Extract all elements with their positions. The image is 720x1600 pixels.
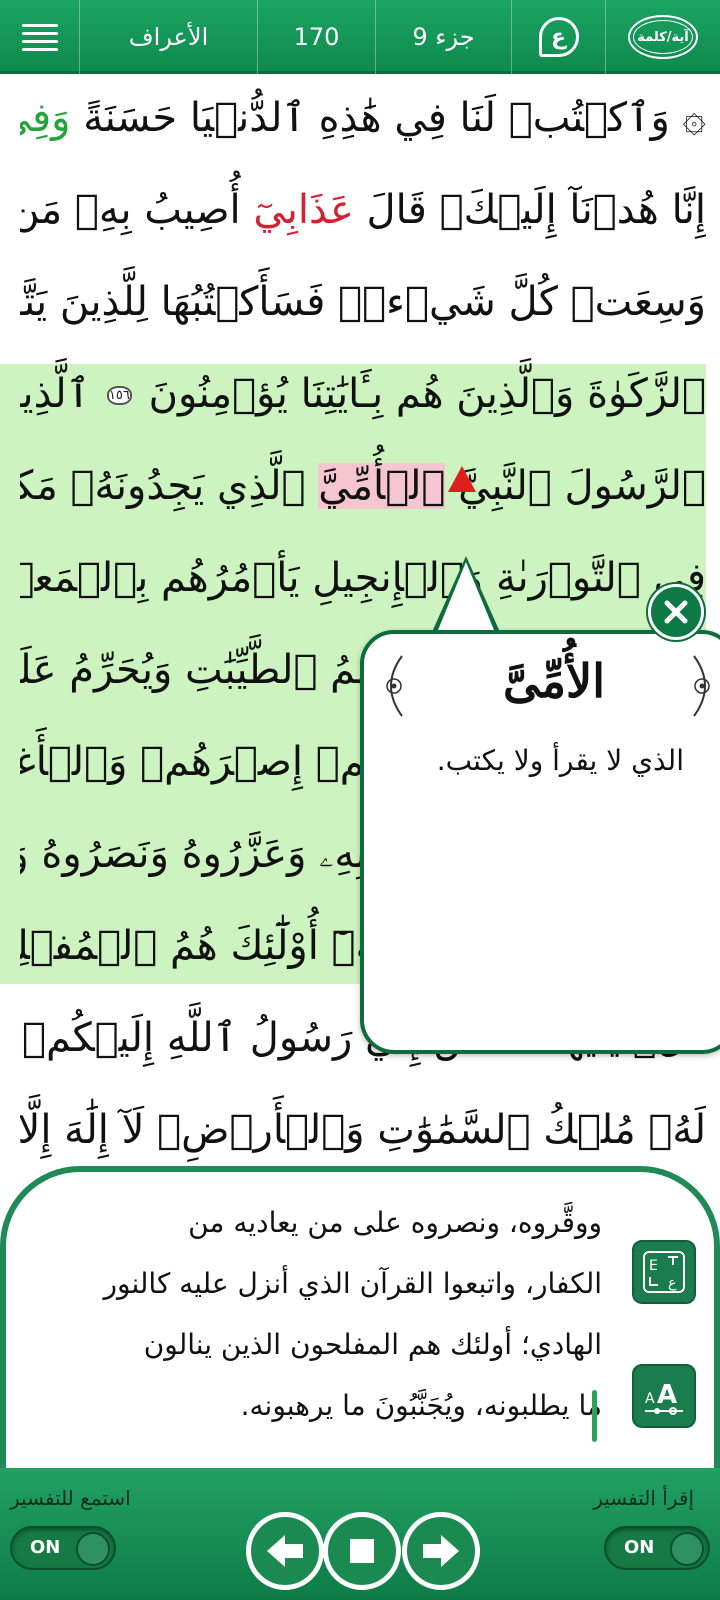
menu-button[interactable] <box>0 0 80 74</box>
quran-text[interactable]: ٱلَّذِينَ يَتَّبِعُونَ <box>20 371 103 417</box>
toggle-knob <box>670 1532 704 1566</box>
quran-text[interactable]: ۞ وَٱكۡتُبۡ لَنَا فِي هَٰذِهِ ٱلدُّنۡيَا… <box>83 95 706 141</box>
close-icon <box>664 600 688 624</box>
popup-word: الأُمِّىَّ <box>503 654 605 708</box>
quran-text[interactable]: عَذَابِيٓ <box>253 187 353 233</box>
quran-text[interactable]: أُصِيبُ بِهِۦ مَنۡ أَشَآءُۖ وَرَحۡمَتِي <box>20 187 253 233</box>
selection-pointer <box>448 466 476 492</box>
tafsir-line: الهادي؛ أولئك هم المفلحون الذين ينالون <box>143 1328 602 1361</box>
svg-text:ع: ع <box>668 1275 677 1291</box>
translate-button[interactable]: E ع <box>632 1240 696 1304</box>
tafsir-scrollbar[interactable] <box>592 1390 597 1442</box>
quran-line[interactable]: إِنَّا هُدۡنَآ إِلَيۡكَۚ قَالَ عَذَابِيٓ… <box>20 164 706 256</box>
popup-tail-inner <box>438 562 494 630</box>
quran-text[interactable]: ٱلرَّسُولَ ٱلنَّبِيَّ <box>445 463 706 509</box>
ain-button[interactable]: ع <box>512 0 606 74</box>
tafsir-line: ما يطلبونه، ويُجَنَّبُونَ ما يرهبونه. <box>240 1389 602 1422</box>
translate-icon: E ع <box>643 1251 685 1293</box>
read-tafsir-label: إقرأ التفسير <box>593 1486 694 1510</box>
top-bar: الأعراف 170 جزء 9 ع آية/كلمة <box>0 0 720 74</box>
stop-button[interactable] <box>323 1512 401 1590</box>
juz-label[interactable]: جزء 9 <box>376 0 512 74</box>
page-number[interactable]: 170 <box>258 0 376 74</box>
stop-icon <box>350 1539 374 1563</box>
quran-line[interactable]: ۞ وَٱكۡتُبۡ لَنَا فِي هَٰذِهِ ٱلدُّنۡيَا… <box>20 72 706 164</box>
quran-line[interactable]: لَهُۥ مُلۡكُ ٱلسَّمَٰوَٰتِ وَٱلۡأَرۡضِۖ … <box>20 1084 706 1176</box>
ain-icon: ع <box>538 17 579 57</box>
previous-icon <box>267 1535 303 1567</box>
selected-word[interactable]: ٱلۡأُمِّيَّ <box>318 463 446 509</box>
tafsir-line: الكفار، واتبعوا القرآن الذي أنزل عليه كا… <box>103 1267 602 1300</box>
quran-line[interactable]: ٱلرَّسُولَ ٱلنَّبِيَّ ٱلۡأُمِّيَّ ٱلَّذِ… <box>20 440 706 532</box>
ayah-number-marker[interactable]: ١٥٦ <box>106 386 132 405</box>
font-size-button[interactable]: A A <box>632 1364 696 1428</box>
font-size-icon: A A <box>645 1380 683 1415</box>
toggle-state: ON <box>624 1537 655 1558</box>
previous-button[interactable] <box>246 1512 324 1590</box>
quran-line[interactable]: وَسِعَتۡ كُلَّ شَيۡءٖۚ فَسَأَكۡتُبُهَا ل… <box>20 256 706 348</box>
surah-name[interactable]: الأعراف <box>80 0 258 74</box>
listen-tafsir-label: استمع للتفسير <box>10 1486 131 1510</box>
quran-text[interactable]: ٱلَّذِي يَجِدُونَهُۥ مَكۡتُوبًا عِندَهُم… <box>20 463 318 509</box>
tafsir-line: ووقَّروه، ونصروه على من يعاديه من <box>188 1206 602 1239</box>
close-popup-button[interactable] <box>648 584 704 640</box>
quran-text[interactable]: وَفِي <box>20 95 83 141</box>
svg-text:E: E <box>649 1258 658 1274</box>
quran-text[interactable]: ٱلزَّكَوٰةَ وَٱلَّذِينَ هُم بِـَٔايَٰتِن… <box>136 371 706 417</box>
next-icon <box>423 1535 459 1567</box>
quran-text[interactable]: إِنَّا هُدۡنَآ إِلَيۡكَۚ قَالَ <box>354 187 706 233</box>
svg-text:A: A <box>657 1380 677 1410</box>
tafsir-panel: ووقَّروه، ونصروه على من يعاديه من الكفار… <box>0 1166 720 1468</box>
word-meaning-popup: الأُمِّىَّ الذي لا يقرأ ولا يكتب. <box>360 630 720 1054</box>
quran-text[interactable]: فِي ٱلتَّوۡرَىٰةِ وَٱلۡإِنجِيلِ يَأۡمُرُ… <box>20 555 706 601</box>
ayah-word-button[interactable]: آية/كلمة <box>606 0 720 74</box>
toggle-knob <box>76 1532 110 1566</box>
popup-definition: الذي لا يقرأ ولا يكتب. <box>436 744 684 777</box>
quran-line[interactable]: ٱلزَّكَوٰةَ وَٱلَّذِينَ هُم بِـَٔايَٰتِن… <box>20 348 706 442</box>
toggle-state: ON <box>30 1537 61 1558</box>
listen-tafsir-toggle[interactable]: ON <box>10 1526 116 1570</box>
next-button[interactable] <box>402 1512 480 1590</box>
quran-text[interactable]: لَهُۥ مُلۡكُ ٱلسَّمَٰوَٰتِ وَٱلۡأَرۡضِۖ … <box>20 1107 706 1153</box>
menu-icon <box>21 19 58 56</box>
svg-text:A: A <box>645 1391 655 1407</box>
quran-line[interactable]: فِي ٱلتَّوۡرَىٰةِ وَٱلۡإِنجِيلِ يَأۡمُرُ… <box>20 532 706 624</box>
read-tafsir-toggle[interactable]: ON <box>604 1526 710 1570</box>
quran-text[interactable]: وَسِعَتۡ كُلَّ شَيۡءٖۚ فَسَأَكۡتُبُهَا ل… <box>20 279 706 325</box>
bottom-bar: استمع للتفسير إقرأ التفسير ON ON <box>0 1468 720 1600</box>
tafsir-text[interactable]: ووقَّروه، ونصروه على من يعاديه من الكفار… <box>62 1192 602 1436</box>
ayah-word-icon: آية/كلمة <box>628 15 698 59</box>
